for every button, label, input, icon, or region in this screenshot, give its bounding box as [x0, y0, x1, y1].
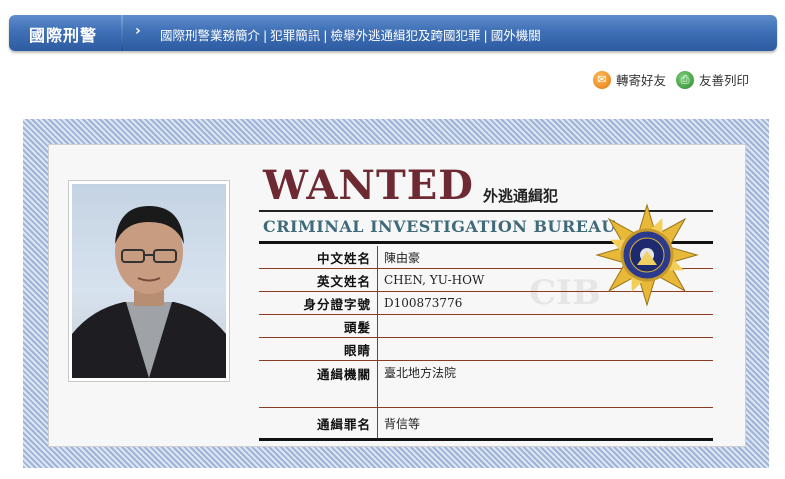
row-value: 臺北地方法院	[377, 360, 713, 408]
nav-divider: |	[263, 28, 268, 43]
nav-link-crime-news[interactable]: 犯罪簡訊	[270, 28, 320, 43]
forward-email-icon[interactable]: ✉	[592, 70, 611, 89]
page-tools: ✉ 轉寄好友 ⎙ 友善列印	[592, 70, 749, 89]
nav-divider: |	[483, 28, 488, 43]
nav-separator	[121, 15, 123, 51]
row-value	[377, 337, 713, 361]
row-value	[377, 314, 713, 338]
wanted-heading: WANTED	[263, 162, 474, 209]
nav-link-foreign-agencies[interactable]: 國外機關	[491, 28, 541, 43]
print-icon[interactable]: ⎙	[675, 70, 694, 89]
wanted-subheading: 外逃通緝犯	[483, 187, 559, 205]
row-label: 身分證字號	[259, 291, 378, 315]
top-nav-bar: 國際刑警 › 國際刑警業務簡介 | 犯罪簡訊 | 檢舉外逃通緝犯及跨國犯罪 | 國外機關	[9, 15, 777, 51]
nav-title[interactable]: 國際刑警	[29, 22, 97, 46]
portrait-illustration	[72, 206, 226, 378]
forward-to-friend-link[interactable]: 轉寄好友	[616, 70, 666, 89]
row-label: 頭髮	[259, 314, 378, 338]
wanted-poster-frame: WANTED 外逃通緝犯 CRIMINAL INVESTIGATION BURE…	[23, 119, 769, 468]
nav-link-interpol-intro[interactable]: 國際刑警業務簡介	[160, 28, 260, 43]
nav-link-report-fugitives[interactable]: 檢舉外逃通緝犯及跨國犯罪	[330, 28, 480, 43]
nav-links: 國際刑警業務簡介 | 犯罪簡訊 | 檢舉外逃通緝犯及跨國犯罪 | 國外機關	[160, 25, 541, 44]
print-friendly-link[interactable]: 友善列印	[699, 70, 749, 89]
cib-badge-icon	[595, 203, 699, 307]
suspect-photo	[68, 180, 230, 382]
agency-name: CRIMINAL INVESTIGATION BUREAU	[263, 217, 616, 236]
row-value: 背信等	[377, 407, 713, 441]
row-label: 眼睛	[259, 337, 378, 361]
row-label: 通緝機關	[259, 360, 378, 408]
row-label: 英文姓名	[259, 268, 378, 292]
row-label: 通緝罪名	[259, 407, 378, 441]
chevron-right-icon: ›	[135, 23, 141, 39]
info-row: 通緝機關 臺北地方法院	[259, 360, 713, 408]
nav-divider: |	[323, 28, 328, 43]
wanted-poster: WANTED 外逃通緝犯 CRIMINAL INVESTIGATION BURE…	[48, 144, 746, 447]
info-row: 通緝罪名 背信等	[259, 407, 713, 441]
info-row: 眼睛	[259, 337, 713, 361]
suspect-portrait	[72, 184, 226, 378]
info-row: 頭髮	[259, 314, 713, 338]
row-label: 中文姓名	[259, 246, 378, 269]
